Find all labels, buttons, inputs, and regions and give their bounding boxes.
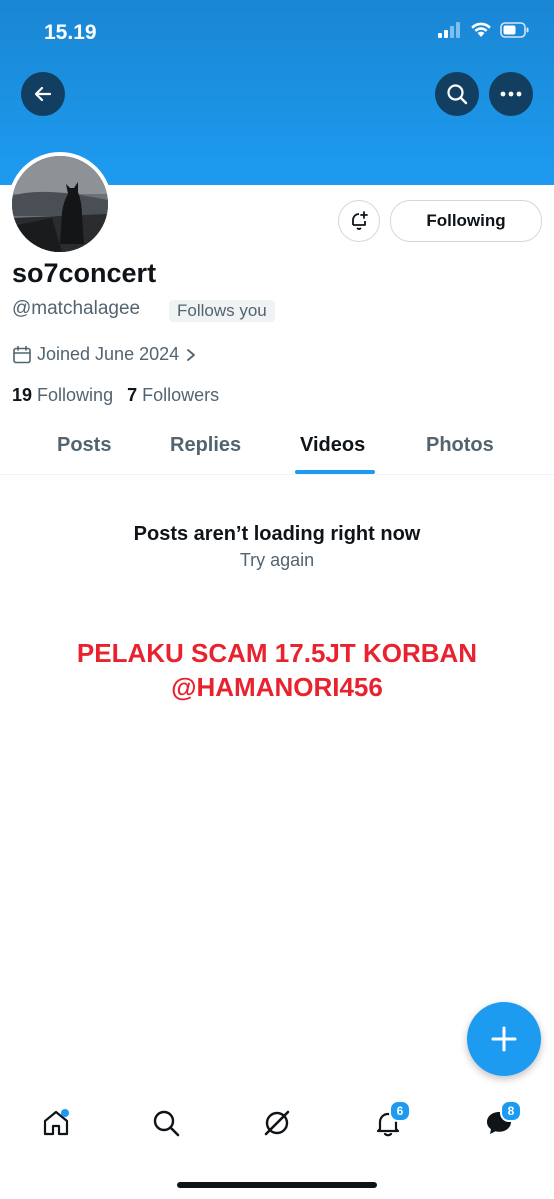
battery-icon [500,22,529,38]
following-count: 19 [12,385,33,405]
following-stat[interactable]: 19 Following [12,385,113,406]
joined-date: Joined June 2024 [37,344,180,364]
arrow-left-icon [34,86,52,102]
following-label: Following [37,385,114,405]
messages-badge: 8 [500,1100,522,1122]
bell-plus-icon [352,211,368,230]
signal-icon [438,22,460,38]
more-icon [500,91,522,97]
followers-stat[interactable]: 7 Followers [127,385,219,406]
follow-stats: 19 Following 7 Followers [12,385,219,406]
search-button[interactable] [435,72,479,116]
search-icon [153,1110,180,1137]
chevron-right-icon [187,348,196,361]
followers-count: 7 [127,385,138,405]
status-time: 15.19 [44,21,97,44]
notifications-badge: 6 [389,1100,411,1122]
wifi-icon [471,22,491,37]
nav-notifications[interactable]: 6 [363,1098,413,1148]
notifications-toggle-button[interactable] [338,200,380,242]
avatar[interactable] [8,152,112,256]
try-again-link[interactable]: Try again [0,550,554,571]
joined-row[interactable]: Joined June 2024 [12,344,198,365]
nav-grok[interactable] [252,1098,302,1148]
follows-you-badge: Follows you [169,300,275,322]
handle: @matchalagee [12,298,141,319]
back-button[interactable] [21,72,65,116]
followers-label: Followers [142,385,220,405]
display-name: so7concert [12,258,157,288]
tab-photos[interactable]: Photos [426,434,494,457]
bottom-nav: 6 8 [0,1088,554,1158]
feed-error-title: Posts aren’t loading right now [133,523,421,545]
nav-home[interactable] [31,1098,81,1148]
calendar-icon [13,345,31,363]
following-button[interactable]: Following [390,200,542,242]
avatar-image [12,156,108,252]
plus-icon [491,1026,517,1052]
home-indicator [177,1182,377,1188]
compose-button[interactable] [467,1002,541,1076]
search-icon [447,84,468,105]
grok-icon [264,1110,290,1136]
overlay-line-2: @HAMANORI456 [171,672,383,702]
nav-messages[interactable]: 8 [474,1098,524,1148]
tab-videos[interactable]: Videos [300,434,365,457]
status-icons [438,22,530,38]
more-options-button[interactable] [489,72,533,116]
home-unread-dot [61,1109,69,1117]
profile-tabs: Posts Replies Videos Photos [0,418,554,475]
overlay-line-1: PELAKU SCAM 17.5JT KORBAN [76,638,478,668]
active-tab-indicator [295,470,375,474]
tab-posts[interactable]: Posts [57,434,111,457]
tab-replies[interactable]: Replies [170,434,241,457]
scam-warning-overlay: PELAKU SCAM 17.5JT KORBAN @HAMANORI456 [0,636,554,704]
nav-search[interactable] [141,1098,191,1148]
